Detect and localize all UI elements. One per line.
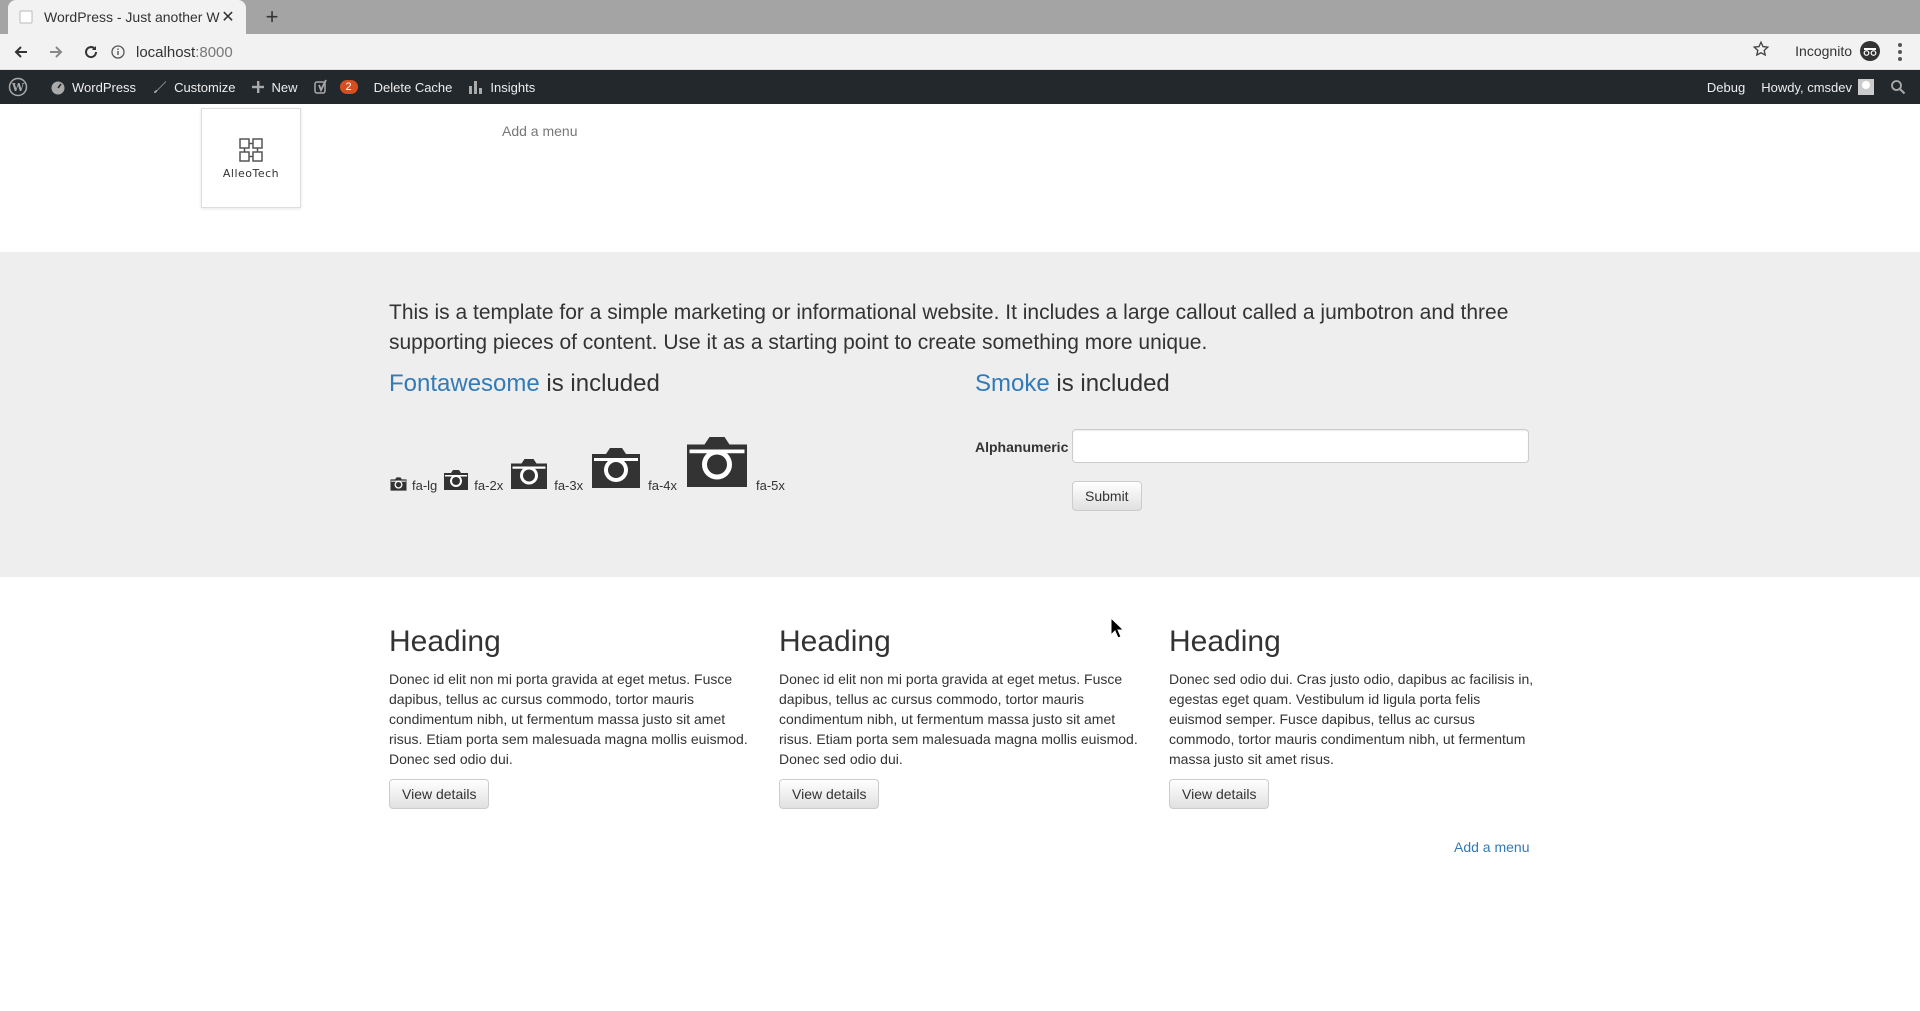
avatar xyxy=(1858,79,1874,95)
column-body: Donec id elit non mi porta gravida at eg… xyxy=(389,671,748,767)
column-1: Heading Donec id elit non mi porta gravi… xyxy=(389,625,754,809)
camera-icon xyxy=(682,432,752,495)
smoke-heading: Smoke is included xyxy=(975,370,1170,398)
dashboard-icon xyxy=(51,81,65,95)
site-name-link[interactable]: WordPress xyxy=(42,70,144,104)
logo-mark-icon xyxy=(239,137,263,162)
alphanumeric-label: Alphanumeric xyxy=(975,439,1069,455)
insights-label: Insights xyxy=(490,79,536,95)
add-menu-link[interactable]: Add a menu xyxy=(502,123,578,139)
yoast-seo-link[interactable]: 2 xyxy=(306,70,366,104)
brush-icon xyxy=(154,81,167,93)
bar-chart-icon xyxy=(469,81,483,94)
customize-label: Customize xyxy=(174,79,236,95)
site-name-label: WordPress xyxy=(72,79,137,95)
wp-admin-bar: W WordPress Customize New 2 Delete Cache… xyxy=(0,70,1920,104)
close-tab-icon[interactable]: ✕ xyxy=(220,7,236,27)
view-details-button[interactable]: View details xyxy=(1169,779,1270,809)
incognito-label: Incognito xyxy=(1795,43,1852,59)
debug-link[interactable]: Debug xyxy=(1699,70,1753,104)
mouse-cursor-icon xyxy=(1110,616,1125,644)
back-button[interactable] xyxy=(7,38,35,66)
column-body: Donec sed odio dui. Cras justo odio, dap… xyxy=(1169,671,1534,767)
column-body: Donec id elit non mi porta gravida at eg… xyxy=(779,671,1138,767)
camera-icon xyxy=(442,468,470,495)
new-label: New xyxy=(271,79,298,95)
svg-text:W: W xyxy=(11,81,25,94)
yoast-icon xyxy=(313,79,327,94)
fontawesome-demo-row: fa-lg fa-2x fa-3x fa-4x fa-5x xyxy=(389,432,790,495)
view-details-button[interactable]: View details xyxy=(779,779,880,809)
reload-button[interactable] xyxy=(77,38,105,66)
incognito-icon xyxy=(1860,41,1880,61)
fa-size-label: fa-4x xyxy=(648,478,678,493)
column-heading: Heading xyxy=(1169,625,1281,658)
smoke-suffix: is included xyxy=(1049,370,1170,397)
camera-icon xyxy=(508,456,550,495)
new-tab-button[interactable]: + xyxy=(258,3,286,31)
submit-button[interactable]: Submit xyxy=(1072,481,1142,511)
content-columns: Heading Donec id elit non mi porta gravi… xyxy=(0,577,1920,855)
delete-cache-label: Delete Cache xyxy=(373,79,453,95)
tab-title: WordPress - Just another Wo xyxy=(44,9,220,25)
bookmark-star-icon[interactable] xyxy=(1752,40,1770,63)
fa-size-label: fa-3x xyxy=(554,478,584,493)
page-icon xyxy=(18,9,34,25)
column-heading: Heading xyxy=(779,625,891,658)
camera-icon xyxy=(389,476,408,495)
account-menu[interactable]: Howdy, cmsdev xyxy=(1753,70,1882,104)
admin-search-icon[interactable] xyxy=(1882,70,1920,104)
delete-cache-link[interactable]: Delete Cache xyxy=(366,70,461,104)
forward-button[interactable] xyxy=(42,38,70,66)
debug-label: Debug xyxy=(1706,79,1746,95)
customize-link[interactable]: Customize xyxy=(144,70,243,104)
fa-size-label: fa-5x xyxy=(756,478,785,493)
fa-size-label: fa-lg xyxy=(412,478,438,493)
site-logo[interactable]: AlleoTech xyxy=(201,108,301,208)
logo-text: AlleoTech xyxy=(222,166,280,180)
column-heading: Heading xyxy=(389,625,501,658)
fontawesome-heading: Fontawesome is included xyxy=(389,370,660,398)
url-host: localhost xyxy=(136,43,196,61)
browser-toolbar: localhost:8000 Incognito xyxy=(0,34,1920,70)
wp-logo-icon[interactable]: W xyxy=(0,70,42,104)
smoke-link[interactable]: Smoke xyxy=(975,370,1050,397)
site-header: AlleoTech Add a menu xyxy=(0,104,1920,252)
browser-tab-strip: WordPress - Just another Wo ✕ + xyxy=(0,0,1920,34)
footer-add-menu-link[interactable]: Add a menu xyxy=(1454,839,1530,855)
column-2: Heading Donec id elit non mi porta gravi… xyxy=(779,625,1144,809)
plus-icon xyxy=(252,81,265,93)
url-port: :8000 xyxy=(195,43,233,61)
alphanumeric-input[interactable] xyxy=(1072,429,1529,463)
fontawesome-link[interactable]: Fontawesome xyxy=(389,370,540,397)
browser-menu-icon[interactable] xyxy=(1890,40,1910,64)
info-icon[interactable] xyxy=(110,44,126,60)
insights-link[interactable]: Insights xyxy=(460,70,543,104)
view-details-button[interactable]: View details xyxy=(389,779,490,809)
fa-size-label: fa-2x xyxy=(474,478,504,493)
camera-icon xyxy=(588,444,644,495)
address-field[interactable]: localhost:8000 xyxy=(110,38,1580,66)
browser-tab[interactable]: WordPress - Just another Wo ✕ xyxy=(8,0,246,34)
notification-badge: 2 xyxy=(339,80,358,94)
howdy-label: Howdy, cmsdev xyxy=(1761,79,1852,95)
jumbotron: This is a template for a simple marketin… xyxy=(0,252,1920,577)
jumbotron-lead: This is a template for a simple marketin… xyxy=(389,301,1509,354)
incognito-indicator[interactable]: Incognito xyxy=(1795,41,1880,61)
column-3: Heading Donec sed odio dui. Cras justo o… xyxy=(1169,625,1534,809)
fontawesome-suffix: is included xyxy=(539,370,660,397)
new-content-link[interactable]: New xyxy=(243,70,305,104)
